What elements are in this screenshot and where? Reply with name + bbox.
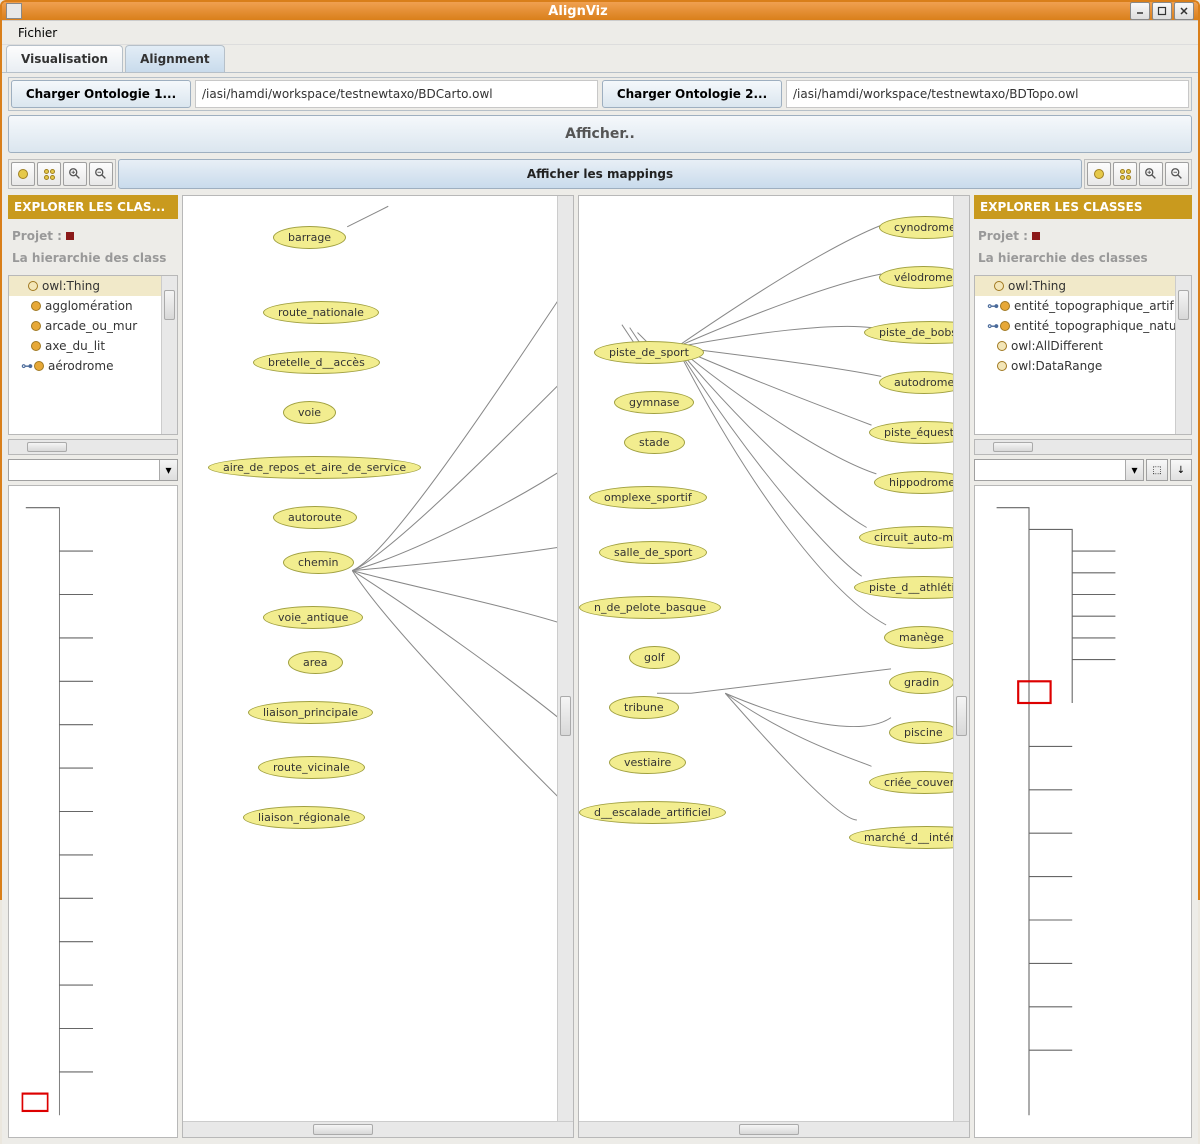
left-overview[interactable]: [8, 485, 178, 1138]
right-projet-label: Projet :: [974, 223, 1192, 245]
graph-node[interactable]: voie_antique: [263, 606, 363, 629]
toolbar-row: Afficher les mappings: [8, 159, 1192, 189]
tree-item[interactable]: owl:Thing: [9, 276, 161, 296]
graph-node[interactable]: route_vicinale: [258, 756, 365, 779]
ontology-1-path[interactable]: /iasi/hamdi/workspace/testnewtaxo/BDCart…: [195, 80, 598, 108]
zoom-in-icon[interactable]: [63, 162, 87, 186]
tree-item[interactable]: ⊶entité_topographique_natu: [975, 316, 1175, 336]
left-hierarchy-label: La hierarchie des class: [8, 249, 178, 271]
right-side-panel: EXPLORER LES CLASSES Projet : La hierarc…: [974, 195, 1192, 1138]
left-projet-label: Projet :: [8, 223, 178, 245]
graph-scrollbar-h[interactable]: [579, 1121, 969, 1137]
graph-node[interactable]: autoroute: [273, 506, 357, 529]
graph-scrollbar-v[interactable]: [953, 196, 969, 1121]
tree-item[interactable]: owl:AllDifferent: [975, 336, 1175, 356]
afficher-button[interactable]: Afficher..: [8, 115, 1192, 153]
graph-node[interactable]: route_nationale: [263, 301, 379, 324]
tree-item[interactable]: ⊶entité_topographique_artif: [975, 296, 1175, 316]
single-node-icon[interactable]: [11, 162, 35, 186]
graph-scrollbar-h[interactable]: [183, 1121, 573, 1137]
tree-item[interactable]: ⊶aérodrome: [9, 356, 161, 376]
graph-node[interactable]: d__escalade_artificiel: [579, 801, 726, 824]
window-title: AlignViz: [26, 4, 1130, 19]
left-explorer-header: EXPLORER LES CLAS...: [8, 195, 178, 219]
graph-node[interactable]: marché_d__intérêt_nat: [849, 826, 969, 849]
left-side-panel: EXPLORER LES CLAS... Projet : La hierarc…: [8, 195, 178, 1138]
graph-node[interactable]: aire_de_repos_et_aire_de_service: [208, 456, 421, 479]
tree-scrollbar-v[interactable]: [1175, 276, 1191, 434]
right-hierarchy-label: La hierarchie des classes: [974, 249, 1192, 271]
graph-node[interactable]: barrage: [273, 226, 346, 249]
menubar: Fichier: [2, 21, 1198, 45]
tree-item[interactable]: owl:DataRange: [975, 356, 1175, 376]
minimize-button[interactable]: [1130, 2, 1150, 20]
load-ontology-2-button[interactable]: Charger Ontologie 2...: [602, 80, 782, 108]
close-button[interactable]: [1174, 2, 1194, 20]
right-overview[interactable]: [974, 485, 1192, 1138]
single-node-icon-r[interactable]: [1087, 162, 1111, 186]
app-window: AlignViz Fichier Visualisation Alignment…: [0, 0, 1200, 900]
graph-node[interactable]: piscine: [889, 721, 958, 744]
tree-item[interactable]: arcade_ou_mur: [9, 316, 161, 336]
tree-scrollbar-v[interactable]: [161, 276, 177, 434]
right-tool-cluster: [1084, 159, 1192, 189]
projet-dot-icon: [66, 232, 74, 240]
left-tool-cluster: [8, 159, 116, 189]
app-icon: [6, 3, 22, 19]
multi-node-icon[interactable]: [37, 162, 61, 186]
graph-scrollbar-v[interactable]: [557, 196, 573, 1121]
graph-node[interactable]: gymnase: [614, 391, 694, 414]
menu-file[interactable]: Fichier: [10, 24, 65, 42]
load-ontology-1-button[interactable]: Charger Ontologie 1...: [11, 80, 191, 108]
graph-node[interactable]: piste_de_sport: [594, 341, 704, 364]
projet-dot-icon: [1032, 232, 1040, 240]
left-combo[interactable]: ▾: [8, 459, 178, 481]
ontology-2-path[interactable]: /iasi/hamdi/workspace/testnewtaxo/BDTopo…: [786, 80, 1189, 108]
graph-node[interactable]: stade: [624, 431, 685, 454]
left-graph-pane[interactable]: barrage route_nationale bretelle_d__accèsv…: [182, 195, 574, 1138]
multi-node-icon-r[interactable]: [1113, 162, 1137, 186]
right-graph-pane[interactable]: piste_de_sportgymnase stade omplexe_sporti…: [578, 195, 970, 1138]
graph-node[interactable]: piste_d__athlétisme: [854, 576, 969, 599]
graph-node[interactable]: golf: [629, 646, 680, 669]
graph-node[interactable]: omplexe_sportif: [589, 486, 707, 509]
right-combo[interactable]: ▾: [974, 459, 1144, 481]
mini-btn-2[interactable]: ↓: [1170, 459, 1192, 481]
graph-node[interactable]: bretelle_d__accès: [253, 351, 380, 374]
titlebar: AlignViz: [2, 2, 1198, 20]
zoom-in-icon-r[interactable]: [1139, 162, 1163, 186]
maximize-button[interactable]: [1152, 2, 1172, 20]
graph-node[interactable]: manège: [884, 626, 959, 649]
graph-node[interactable]: gradin: [889, 671, 954, 694]
tab-row: Visualisation Alignment: [2, 45, 1198, 73]
tree-item[interactable]: agglomération: [9, 296, 161, 316]
left-tree-box: owl:Thing agglomération arcade_ou_mur ax…: [8, 275, 178, 435]
graph-node[interactable]: liaison_régionale: [243, 806, 365, 829]
graph-node[interactable]: chemin: [283, 551, 354, 574]
right-tree-box: owl:Thing ⊶entité_topographique_artif ⊶e…: [974, 275, 1192, 435]
load-ontology-row: Charger Ontologie 1... /iasi/hamdi/works…: [8, 77, 1192, 111]
main-split: EXPLORER LES CLAS... Projet : La hierarc…: [8, 195, 1192, 1138]
zoom-out-icon-r[interactable]: [1165, 162, 1189, 186]
graph-node[interactable]: voie: [283, 401, 336, 424]
zoom-out-icon[interactable]: [89, 162, 113, 186]
graph-node[interactable]: n_de_pelote_basque: [579, 596, 721, 619]
tab-visualisation[interactable]: Visualisation: [6, 45, 123, 72]
tab-alignment[interactable]: Alignment: [125, 45, 225, 72]
mini-btn-1[interactable]: ⬚: [1146, 459, 1168, 481]
graph-node[interactable]: vestiaire: [609, 751, 686, 774]
show-mappings-button[interactable]: Afficher les mappings: [118, 159, 1082, 189]
graph-node[interactable]: area: [288, 651, 343, 674]
graph-node[interactable]: tribune: [609, 696, 679, 719]
graph-node[interactable]: liaison_principale: [248, 701, 373, 724]
tree-scrollbar-h[interactable]: [974, 439, 1192, 455]
tree-item[interactable]: owl:Thing: [975, 276, 1175, 296]
right-explorer-header: EXPLORER LES CLASSES: [974, 195, 1192, 219]
graph-node[interactable]: salle_de_sport: [599, 541, 707, 564]
tree-item[interactable]: axe_du_lit: [9, 336, 161, 356]
tree-scrollbar-h[interactable]: [8, 439, 178, 455]
